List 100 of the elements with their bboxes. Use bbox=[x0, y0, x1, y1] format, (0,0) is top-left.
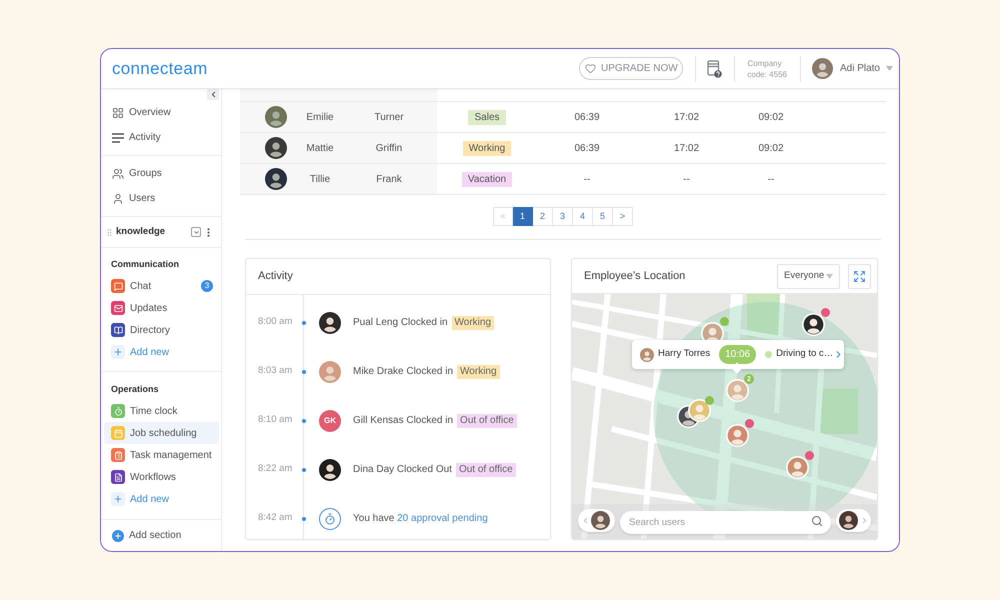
avatar-icon bbox=[265, 137, 287, 159]
chevron-right-icon bbox=[860, 516, 869, 525]
help-icon[interactable] bbox=[707, 60, 722, 78]
nav-item[interactable]: Time clock bbox=[101, 400, 221, 422]
nav-item[interactable]: Activity bbox=[101, 125, 221, 150]
activity-time: 8:03 am bbox=[258, 364, 292, 378]
status-badge: Working bbox=[452, 316, 494, 330]
end-time: -- bbox=[683, 172, 690, 186]
caret-icon bbox=[886, 66, 893, 71]
drag-handle-icon[interactable] bbox=[105, 228, 114, 236]
map-marker[interactable] bbox=[726, 419, 754, 447]
first-name: Emilie bbox=[306, 110, 334, 124]
nav-item[interactable]: Directory bbox=[101, 319, 221, 341]
nav-item[interactable]: Job scheduling bbox=[104, 422, 219, 444]
status-text: Driving to c… bbox=[776, 347, 834, 362]
nav-item[interactable]: Chat 3 bbox=[101, 275, 221, 297]
company-label: Company bbox=[747, 58, 783, 68]
plus-icon bbox=[111, 492, 125, 506]
status-badge: Working bbox=[462, 140, 512, 156]
avatar-icon bbox=[786, 456, 809, 479]
add-section-button[interactable]: Add section bbox=[101, 520, 221, 551]
status-badge: Vacation bbox=[462, 172, 512, 186]
section-heading: Communication bbox=[111, 258, 180, 272]
user-name: Harry Torres bbox=[658, 347, 710, 362]
user-name[interactable]: Adi Plato bbox=[840, 61, 880, 76]
map-marker[interactable] bbox=[802, 308, 830, 336]
caret-icon bbox=[826, 274, 833, 278]
map-marker[interactable] bbox=[786, 451, 814, 479]
nav-item[interactable]: Users bbox=[101, 186, 221, 211]
avatar-icon bbox=[265, 168, 287, 190]
nav-item[interactable]: Workflows bbox=[101, 466, 221, 488]
avatar-icon bbox=[802, 313, 825, 336]
card-title: Activity bbox=[258, 269, 293, 284]
activity-time: 8:00 am bbox=[258, 315, 292, 330]
time-badge: 10:06 bbox=[719, 345, 756, 364]
collapse-sidebar-button[interactable] bbox=[207, 89, 219, 100]
last-name: Griffin bbox=[376, 142, 402, 156]
filter-select[interactable]: Everyone bbox=[777, 264, 840, 288]
first-name: Mattie bbox=[306, 142, 334, 156]
heart-icon bbox=[585, 63, 596, 74]
nav-item[interactable]: Updates bbox=[101, 297, 221, 319]
activity-text: You have 20 approval pending bbox=[353, 512, 488, 526]
avatar-icon bbox=[839, 511, 858, 530]
logo[interactable]: connecteam bbox=[112, 60, 208, 77]
page-button[interactable]: 5 bbox=[593, 207, 613, 226]
avatar-icon bbox=[319, 312, 341, 334]
status-badge: Out of office bbox=[456, 462, 516, 476]
page-button[interactable]: 4 bbox=[573, 207, 593, 226]
plus-icon bbox=[111, 345, 125, 359]
map-marker[interactable] bbox=[677, 396, 714, 428]
avatar-icon bbox=[812, 58, 833, 79]
page-button[interactable]: 2 bbox=[533, 207, 553, 226]
page-button[interactable]: 1 bbox=[513, 207, 533, 226]
last-name: Turner bbox=[374, 110, 404, 124]
nav-item[interactable]: Overview bbox=[101, 100, 221, 125]
activity-time: 8:10 am bbox=[258, 413, 292, 428]
expand-icon bbox=[853, 270, 866, 282]
start-time: 06:39 bbox=[574, 142, 600, 156]
avatar-icon bbox=[265, 106, 287, 128]
chevron-left-icon bbox=[581, 516, 590, 525]
section-title: knowledge bbox=[116, 224, 166, 239]
nav-item[interactable]: Task management bbox=[101, 444, 221, 466]
search-field[interactable]: Search users bbox=[620, 511, 831, 534]
count-badge: 3 bbox=[201, 280, 213, 292]
collapse-button[interactable] bbox=[191, 227, 201, 237]
avatar-icon bbox=[688, 399, 711, 422]
grid-icon bbox=[112, 106, 124, 118]
avatar-icon bbox=[319, 360, 341, 382]
activity-text: Mike Drake Clocked in bbox=[353, 365, 454, 379]
card-title: Employee’s Location bbox=[584, 268, 686, 284]
status-badge: Working bbox=[457, 364, 500, 378]
search-icon[interactable] bbox=[811, 514, 823, 526]
avatar-icon bbox=[319, 458, 341, 480]
total-time: 09:02 bbox=[758, 110, 784, 124]
page-button[interactable]: 3 bbox=[553, 207, 573, 226]
stopwatch-icon bbox=[319, 508, 341, 530]
end-time: 17:02 bbox=[674, 110, 700, 124]
expand-button[interactable] bbox=[848, 264, 871, 288]
total-time: -- bbox=[768, 172, 774, 186]
activity-time: 8:42 am bbox=[258, 511, 292, 526]
section-heading: Operations bbox=[111, 383, 159, 396]
avatar-icon bbox=[591, 511, 610, 530]
total-time: 09:02 bbox=[758, 142, 784, 156]
initials-avatar: GK bbox=[319, 410, 341, 432]
chevron-down-icon bbox=[192, 228, 200, 236]
avatar-icon bbox=[640, 348, 654, 362]
people-icon bbox=[112, 168, 124, 180]
activity-text: Pual Leng Clocked in bbox=[353, 316, 448, 330]
status-badge: Out of office bbox=[457, 414, 517, 428]
start-time: 06:39 bbox=[574, 110, 600, 124]
start-time: -- bbox=[584, 172, 590, 186]
lines-icon bbox=[112, 132, 124, 142]
nav-item[interactable]: Groups bbox=[101, 161, 221, 186]
activity-text: Gill Kensas Clocked in bbox=[353, 414, 454, 428]
company-code: code: 4556 bbox=[747, 68, 787, 80]
next-page-button[interactable]: > bbox=[613, 207, 633, 226]
end-time: 17:02 bbox=[674, 142, 700, 156]
plus-icon bbox=[112, 530, 124, 542]
activity-text: Dina Day Clocked Out bbox=[353, 463, 452, 477]
first-name: Tillie bbox=[310, 172, 330, 186]
